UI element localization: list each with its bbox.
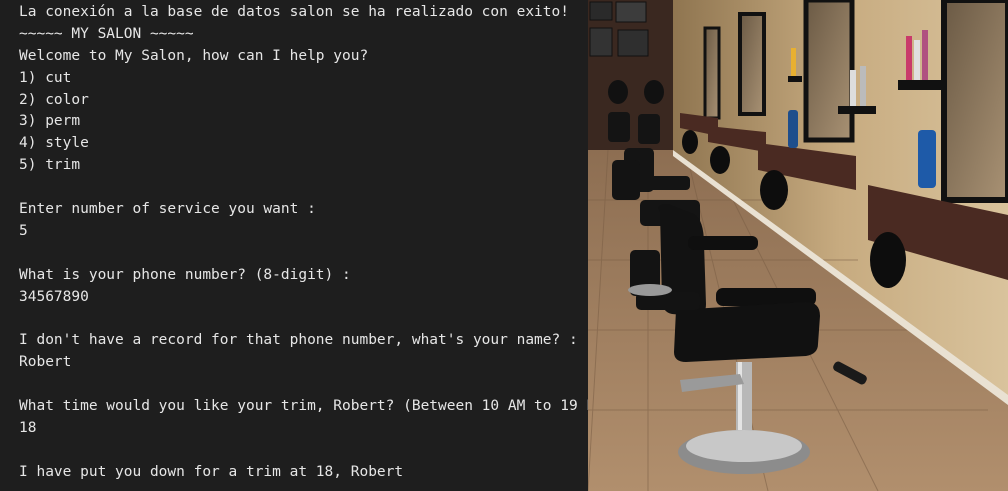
terminal-line-time-input[interactable]: 18 <box>19 418 588 440</box>
terminal-line-option-style: 4) style <box>19 135 89 152</box>
wall-photo <box>615 1 647 23</box>
terminal-line-name-prompt: I don't have a record for that phone num… <box>19 332 578 349</box>
wall-photo <box>589 1 613 21</box>
terminal-window: La conexión a la base de datos salon se … <box>0 0 588 491</box>
terminal-line-welcome: Welcome to My Salon, how can I help you? <box>19 47 369 64</box>
terminal-line-connection: La conexión a la base de datos salon se … <box>19 4 569 20</box>
salon-photo <box>588 0 1008 491</box>
terminal-line-phone-input[interactable]: 34567890 <box>19 287 588 309</box>
terminal-line-service-input[interactable]: 5 <box>19 221 588 243</box>
terminal-line-time-prompt: What time would you like your trim, Robe… <box>19 398 588 415</box>
salon-interior-image <box>588 0 1008 491</box>
wall-photo <box>589 27 613 57</box>
terminal-line-banner: ~~~~~ MY SALON ~~~~~ <box>19 25 194 42</box>
terminal-line-confirmation: I have put you down for a trim at 18, Ro… <box>19 463 404 480</box>
terminal-line-option-trim: 5) trim <box>19 157 81 174</box>
terminal-line-option-cut: 1) cut <box>19 69 72 86</box>
terminal-line-service-prompt: Enter number of service you want : <box>19 201 316 218</box>
terminal-line-option-color: 2) color <box>19 91 89 108</box>
terminal-line-option-perm: 3) perm <box>19 113 81 130</box>
terminal-line-phone-prompt: What is your phone number? (8-digit) : <box>19 266 351 283</box>
terminal-line-name-input[interactable]: Robert <box>19 352 588 374</box>
wall-photo <box>617 29 649 57</box>
